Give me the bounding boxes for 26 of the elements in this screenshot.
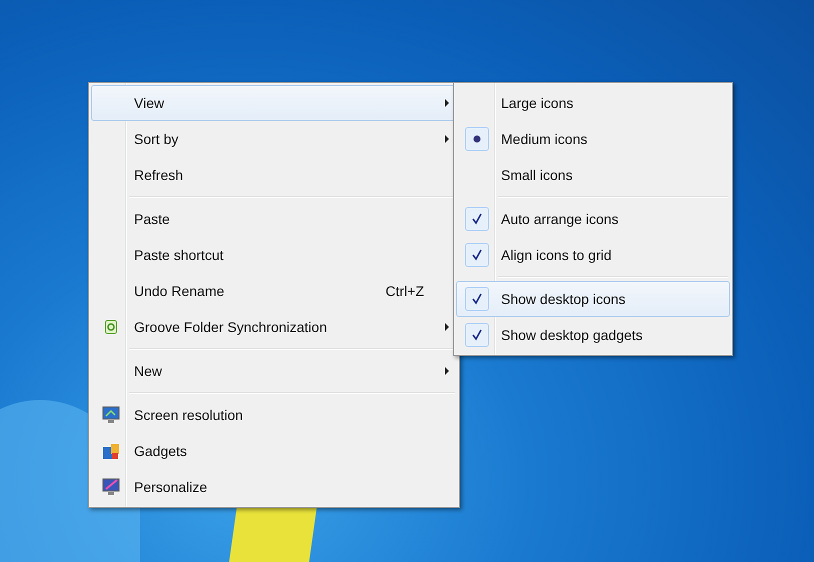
menu-item[interactable]: Medium icons [456, 121, 730, 157]
menu-item[interactable]: Undo Rename Ctrl+Z [91, 273, 457, 309]
menu-item[interactable]: Show desktop gadgets [456, 317, 730, 353]
menu-item[interactable]: Small icons [456, 157, 730, 193]
menu-item[interactable]: Paste [91, 201, 457, 237]
menu-item[interactable]: Groove Folder Synchronization [91, 309, 457, 345]
menu-item[interactable]: Sort by [91, 121, 457, 157]
menu-item[interactable]: New [91, 353, 457, 389]
paintbrush-monitor-icon [102, 478, 120, 496]
sync-icon [105, 320, 117, 334]
menu-item[interactable]: Align icons to grid [456, 237, 730, 273]
checkmark-icon [472, 293, 482, 305]
menu-item[interactable]: Personalize [91, 469, 457, 505]
checkmark-icon [472, 249, 482, 261]
menu-item[interactable]: Screen resolution [91, 397, 457, 433]
menu-item[interactable]: Show desktop icons [456, 281, 730, 317]
menu-item[interactable]: Refresh [91, 157, 457, 193]
checkmark-icon [472, 213, 482, 225]
monitor-icon [102, 406, 120, 424]
gadgets-icon [102, 442, 120, 460]
menu-item[interactable]: Gadgets [91, 433, 457, 469]
radio-dot-icon [473, 135, 481, 143]
checkmark-icon [472, 329, 482, 341]
menu-item[interactable]: Paste shortcut [91, 237, 457, 273]
menu-item[interactable]: Auto arrange icons [456, 201, 730, 237]
menu-item[interactable]: Large icons [456, 85, 730, 121]
